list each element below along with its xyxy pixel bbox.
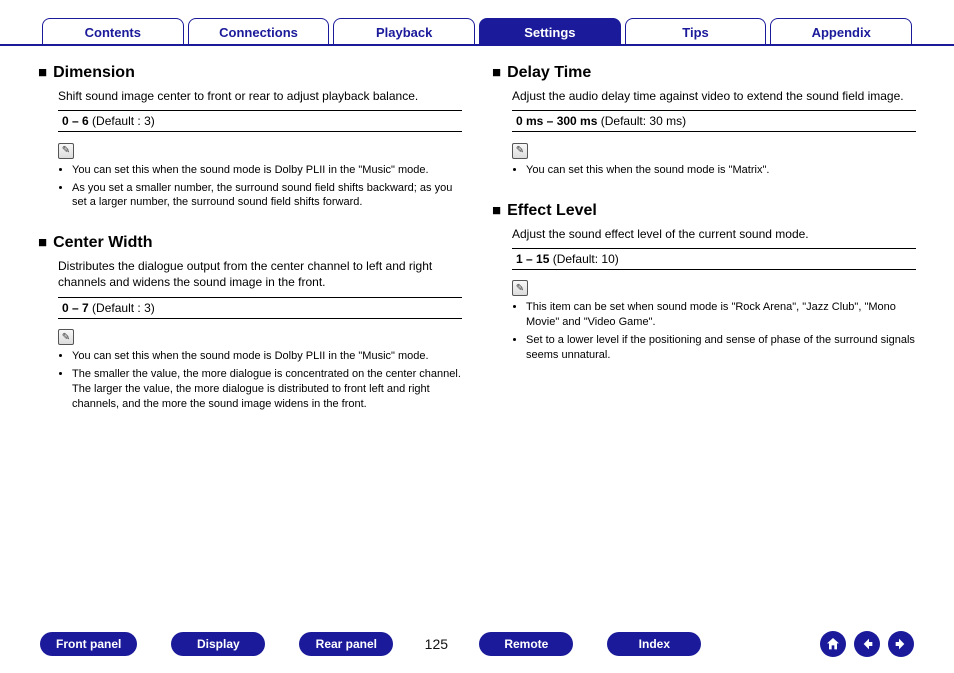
forward-icon[interactable] [888, 631, 914, 657]
note-badge-row: ✎ [58, 140, 462, 159]
section-description: Adjust the sound effect level of the cur… [512, 226, 916, 242]
section-description: Shift sound image center to front or rea… [58, 88, 462, 104]
notes-list: You can set this when the sound mode is … [512, 163, 916, 178]
tab-connections[interactable]: Connections [188, 18, 330, 44]
tab-settings[interactable]: Settings [479, 18, 621, 44]
section-heading: Dimension [38, 64, 462, 82]
section-effect-level: Effect Level Adjust the sound effect lev… [492, 202, 916, 363]
pencil-icon: ✎ [58, 329, 74, 345]
tab-tips[interactable]: Tips [625, 18, 767, 44]
notes-list: This item can be set when sound mode is … [512, 300, 916, 362]
range-value: 0 – 6 [62, 114, 89, 128]
section-dimension: Dimension Shift sound image center to fr… [38, 64, 462, 210]
note-badge-row: ✎ [58, 327, 462, 346]
link-rear-panel[interactable]: Rear panel [299, 632, 393, 656]
range-default: (Default : 3) [92, 301, 155, 315]
setting-range: 0 ms – 300 ms (Default: 30 ms) [512, 110, 916, 132]
setting-range: 0 – 6 (Default : 3) [58, 110, 462, 132]
top-tabs: Contents Connections Playback Settings T… [0, 0, 954, 46]
section-center-width: Center Width Distributes the dialogue ou… [38, 234, 462, 411]
note-item: You can set this when the sound mode is … [72, 163, 462, 178]
notes-list: You can set this when the sound mode is … [58, 349, 462, 411]
back-icon[interactable] [854, 631, 880, 657]
pencil-icon: ✎ [512, 143, 528, 159]
link-front-panel[interactable]: Front panel [40, 632, 137, 656]
bottom-bar: Front panel Display Rear panel 125 Remot… [0, 631, 954, 657]
section-heading: Delay Time [492, 64, 916, 82]
note-item: The smaller the value, the more dialogue… [72, 367, 462, 412]
note-item: As you set a smaller number, the surroun… [72, 181, 462, 211]
left-column: Dimension Shift sound image center to fr… [38, 64, 462, 435]
notes-list: You can set this when the sound mode is … [58, 163, 462, 211]
tab-playback[interactable]: Playback [333, 18, 475, 44]
tab-appendix[interactable]: Appendix [770, 18, 912, 44]
note-item: Set to a lower level if the positioning … [526, 333, 916, 363]
section-heading: Center Width [38, 234, 462, 252]
pencil-icon: ✎ [512, 280, 528, 296]
right-column: Delay Time Adjust the audio delay time a… [492, 64, 916, 435]
section-delay-time: Delay Time Adjust the audio delay time a… [492, 64, 916, 178]
range-value: 1 – 15 [516, 252, 549, 266]
section-description: Distributes the dialogue output from the… [58, 258, 462, 290]
range-value: 0 – 7 [62, 301, 89, 315]
link-remote[interactable]: Remote [479, 632, 573, 656]
tab-contents[interactable]: Contents [42, 18, 184, 44]
range-default: (Default: 30 ms) [601, 114, 686, 128]
setting-range: 0 – 7 (Default : 3) [58, 297, 462, 319]
range-default: (Default: 10) [553, 252, 619, 266]
pencil-icon: ✎ [58, 143, 74, 159]
note-badge-row: ✎ [512, 140, 916, 159]
note-badge-row: ✎ [512, 278, 916, 297]
link-index[interactable]: Index [607, 632, 701, 656]
link-display[interactable]: Display [171, 632, 265, 656]
range-value: 0 ms – 300 ms [516, 114, 597, 128]
page-number: 125 [419, 636, 453, 652]
range-default: (Default : 3) [92, 114, 155, 128]
note-item: You can set this when the sound mode is … [526, 163, 916, 178]
page-content: Dimension Shift sound image center to fr… [0, 46, 954, 435]
section-description: Adjust the audio delay time against vide… [512, 88, 916, 104]
setting-range: 1 – 15 (Default: 10) [512, 248, 916, 270]
note-item: This item can be set when sound mode is … [526, 300, 916, 330]
section-heading: Effect Level [492, 202, 916, 220]
home-icon[interactable] [820, 631, 846, 657]
note-item: You can set this when the sound mode is … [72, 349, 462, 364]
